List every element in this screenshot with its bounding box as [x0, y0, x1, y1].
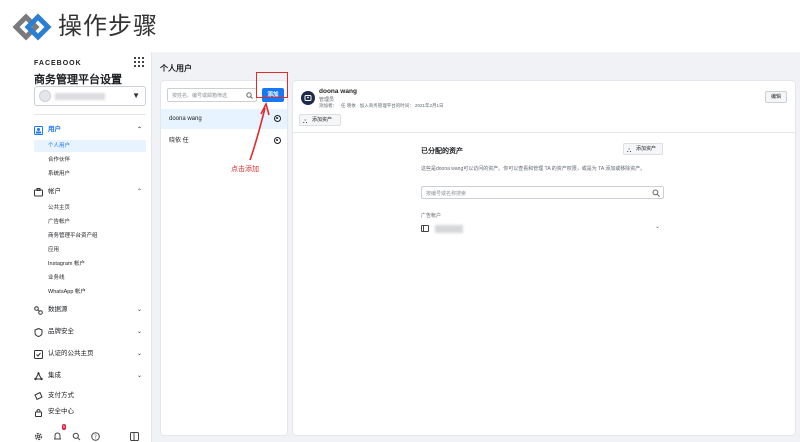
user-avatar-icon	[301, 91, 315, 105]
divider	[293, 132, 795, 133]
credit-card-icon	[34, 391, 43, 401]
sidebar-item-apps[interactable]: 应用	[34, 244, 146, 256]
facebook-wordmark: FACEBOOK	[34, 60, 82, 67]
sidebar-section-label: 数据源	[48, 306, 68, 313]
verified-page-icon	[34, 349, 43, 359]
business-settings-app: FACEBOOK 商务管理平台设置 ▼ 用户 ⌃ 个人用户 合作伙伴 系统用户	[26, 52, 800, 442]
asset-category-label: 广告帐户	[421, 213, 442, 219]
sidebar-item-security-center[interactable]: 安全中心	[34, 406, 146, 418]
chevron-up-icon: ⌃	[136, 127, 142, 133]
sidebar-footer: 5 ?	[34, 423, 146, 441]
asset-search-input[interactable]: 按编号或名称搜索	[421, 186, 664, 199]
sidebar-section-data-sources[interactable]: 数据源 ⌄	[34, 304, 146, 316]
user-filter-input[interactable]: 按姓名、编号或邮箱筛选	[167, 88, 257, 102]
logo-icon	[12, 13, 52, 41]
sidebar-section-users[interactable]: 用户 ⌃	[34, 124, 146, 136]
user-row[interactable]: doona wang	[161, 109, 287, 129]
panel-toggle-icon[interactable]	[130, 428, 139, 441]
user-role: 管理员	[319, 97, 335, 103]
sidebar-item-business-lines[interactable]: 业务线	[34, 272, 146, 284]
business-account-selector[interactable]: ▼	[34, 86, 146, 106]
sidebar-item-label: 支付方式	[48, 392, 74, 399]
bell-icon[interactable]: 5	[53, 423, 66, 439]
sidebar-item-asset-groups[interactable]: 商务管理平台资产组	[34, 230, 146, 242]
chevron-down-icon: ⌄	[136, 307, 142, 313]
svg-text:?: ?	[94, 434, 97, 440]
search-icon	[246, 92, 253, 99]
assigned-assets-title: 已分配的资产	[421, 148, 463, 155]
sidebar-section-label: 用户	[48, 126, 61, 133]
page-title: 个人用户	[160, 64, 192, 73]
shield-icon	[34, 327, 43, 337]
search-icon[interactable]	[72, 428, 81, 440]
sidebar-section-integrations[interactable]: 集成 ⌄	[34, 370, 146, 382]
sidebar-section-brand-safety[interactable]: 品牌安全 ⌄	[34, 326, 146, 338]
banner-title: 操作步骤	[58, 13, 158, 40]
chevron-down-icon: ▼	[132, 91, 140, 100]
integrations-icon	[34, 371, 43, 381]
redacted-business-name	[55, 93, 105, 100]
sidebar-item-partners[interactable]: 合作伙伴	[34, 154, 146, 166]
user-name: doona wang	[319, 88, 357, 95]
help-icon[interactable]: ?	[91, 428, 100, 441]
sidebar-section-accounts[interactable]: 帐户 ⌃	[34, 186, 146, 198]
sidebar: FACEBOOK 商务管理平台设置 ▼ 用户 ⌃ 个人用户 合作伙伴 系统用户	[26, 52, 152, 442]
search-icon	[652, 189, 660, 197]
sidebar-item-people[interactable]: 个人用户	[34, 140, 146, 152]
ad-account-row[interactable]: ⌄	[421, 222, 664, 236]
settings-title: 商务管理平台设置	[34, 74, 122, 86]
redacted-ad-account	[435, 225, 463, 233]
chevron-down-icon: ⌄	[136, 351, 142, 357]
tutorial-banner: 操作步骤	[0, 0, 800, 52]
notification-badge: 5	[61, 423, 66, 430]
button-label: 添加资产	[312, 117, 333, 123]
radio-selected-icon	[274, 115, 281, 122]
sidebar-section-label: 帐户	[48, 188, 61, 195]
chevron-down-icon: ⌄	[136, 329, 142, 335]
sidebar-section-label: 品牌安全	[48, 328, 74, 335]
edit-button[interactable]: 编辑	[765, 91, 787, 103]
page: 操作步骤 FACEBOOK 商务管理平台设置 ▼ 用户 ⌃ 个人用户 合作伙伴 …	[0, 0, 800, 442]
annotation-highlight-box	[256, 72, 288, 98]
chevron-down-icon: ⌄	[136, 373, 142, 379]
lock-icon	[34, 408, 43, 417]
sidebar-item-pages[interactable]: 公共主页	[34, 202, 146, 214]
sidebar-section-label: 认证的公共主页	[48, 350, 94, 357]
chevron-down-icon: ⌄	[654, 224, 660, 230]
user-detail-panel: doona wang 管理员 添加者： · 任 晓依 · 加入商务管理平台的时间…	[292, 80, 796, 436]
sidebar-item-payment-methods[interactable]: 支付方式	[34, 390, 146, 402]
sidebar-item-instagram[interactable]: Instagram 帐户	[34, 258, 146, 270]
assigned-add-assets-button[interactable]: ⛬ 添加资产	[623, 143, 663, 155]
gear-icon[interactable]	[34, 428, 43, 440]
search-placeholder: 按编号或名称搜索	[426, 191, 467, 197]
chevron-up-icon: ⌃	[136, 189, 142, 195]
user-row[interactable]: 晓依 任	[161, 131, 287, 151]
search-placeholder: 按姓名、编号或邮箱筛选	[172, 93, 228, 99]
users-list-panel: 按姓名、编号或邮箱筛选 添加 doona wang 晓依 任	[160, 80, 288, 436]
sidebar-item-whatsapp[interactable]: WhatsApp 帐户	[34, 286, 146, 298]
accounts-icon	[34, 187, 43, 197]
avatar	[39, 90, 51, 102]
sidebar-section-verified-pages[interactable]: 认证的公共主页 ⌄	[34, 348, 146, 360]
assets-icon: ⛬	[303, 119, 308, 125]
annotation-text: 点击添加	[231, 166, 259, 173]
divider	[34, 114, 146, 115]
user-added-info: 添加者： · 任 晓依 · 加入商务管理平台的时间： 2021年2月1日	[319, 103, 444, 108]
assigned-assets-description: 这些是doona wang可以访问的资产。你可以查看和管理 TA 的资产权限，或…	[421, 166, 646, 172]
sidebar-section-label: 集成	[48, 372, 61, 379]
user-name: doona wang	[169, 116, 202, 122]
data-sources-icon	[34, 305, 43, 315]
sidebar-item-ad-accounts[interactable]: 广告帐户	[34, 216, 146, 228]
users-icon	[34, 125, 43, 135]
apps-grid-icon[interactable]	[134, 57, 144, 67]
sidebar-item-label: 安全中心	[48, 408, 74, 415]
sidebar-item-system-users[interactable]: 系统用户	[34, 168, 146, 180]
assets-icon: ⛬	[627, 148, 632, 154]
button-label: 添加资产	[636, 146, 657, 152]
radio-selected-icon	[274, 137, 281, 144]
add-assets-button[interactable]: ⛬ 添加资产	[299, 114, 341, 126]
user-name: 晓依 任	[169, 138, 189, 144]
ad-account-icon	[421, 225, 429, 232]
